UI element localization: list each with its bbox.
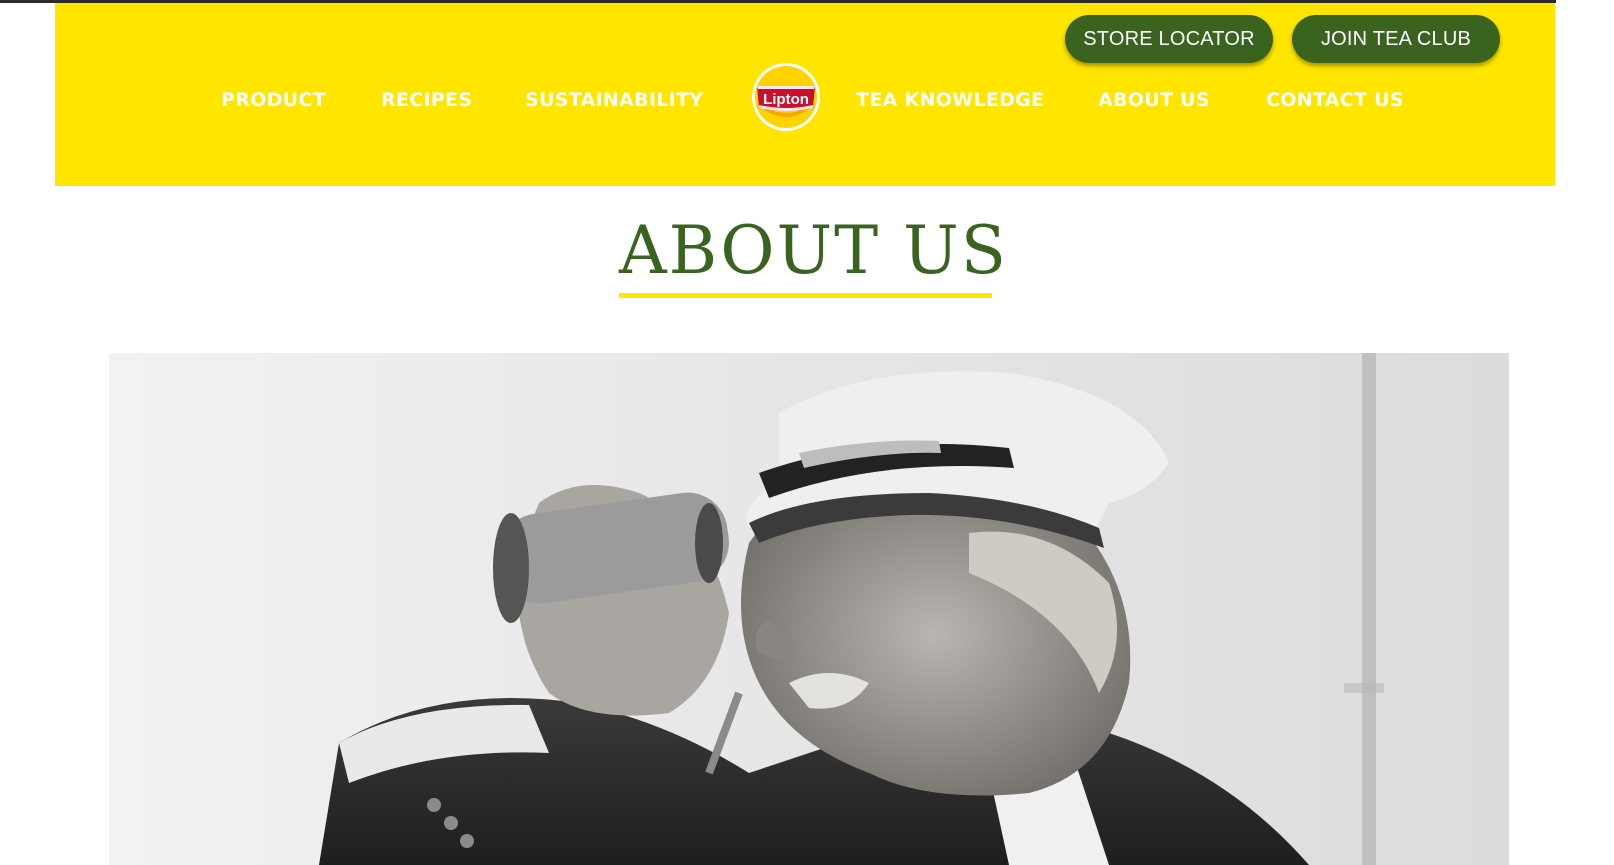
sea-captain-binoculars-image — [109, 353, 1509, 865]
nav-item-tea-knowledge[interactable]: TEA KNOWLEDGE — [856, 87, 1044, 113]
lipton-logo[interactable]: Lipton — [751, 62, 821, 132]
nav-item-about-us[interactable]: ABOUT US — [1098, 87, 1210, 113]
logo-text: Lipton — [763, 91, 809, 108]
nav-item-product[interactable]: PRODUCT — [221, 87, 326, 113]
nav-item-contact-us[interactable]: CONTACT US — [1266, 87, 1404, 113]
join-tea-club-button[interactable]: JOIN TEA CLUB — [1292, 15, 1500, 63]
nav-item-sustainability[interactable]: SUSTAINABILITY — [525, 87, 703, 113]
hero-photo — [109, 353, 1509, 865]
title-underline — [619, 293, 992, 298]
nav-item-recipes[interactable]: RECIPES — [381, 87, 472, 113]
site-header: STORE LOCATOR JOIN TEA CLUB PRODUCT RECI… — [55, 3, 1555, 186]
store-locator-button[interactable]: STORE LOCATOR — [1065, 15, 1273, 63]
page-title: ABOUT US — [619, 212, 1008, 289]
